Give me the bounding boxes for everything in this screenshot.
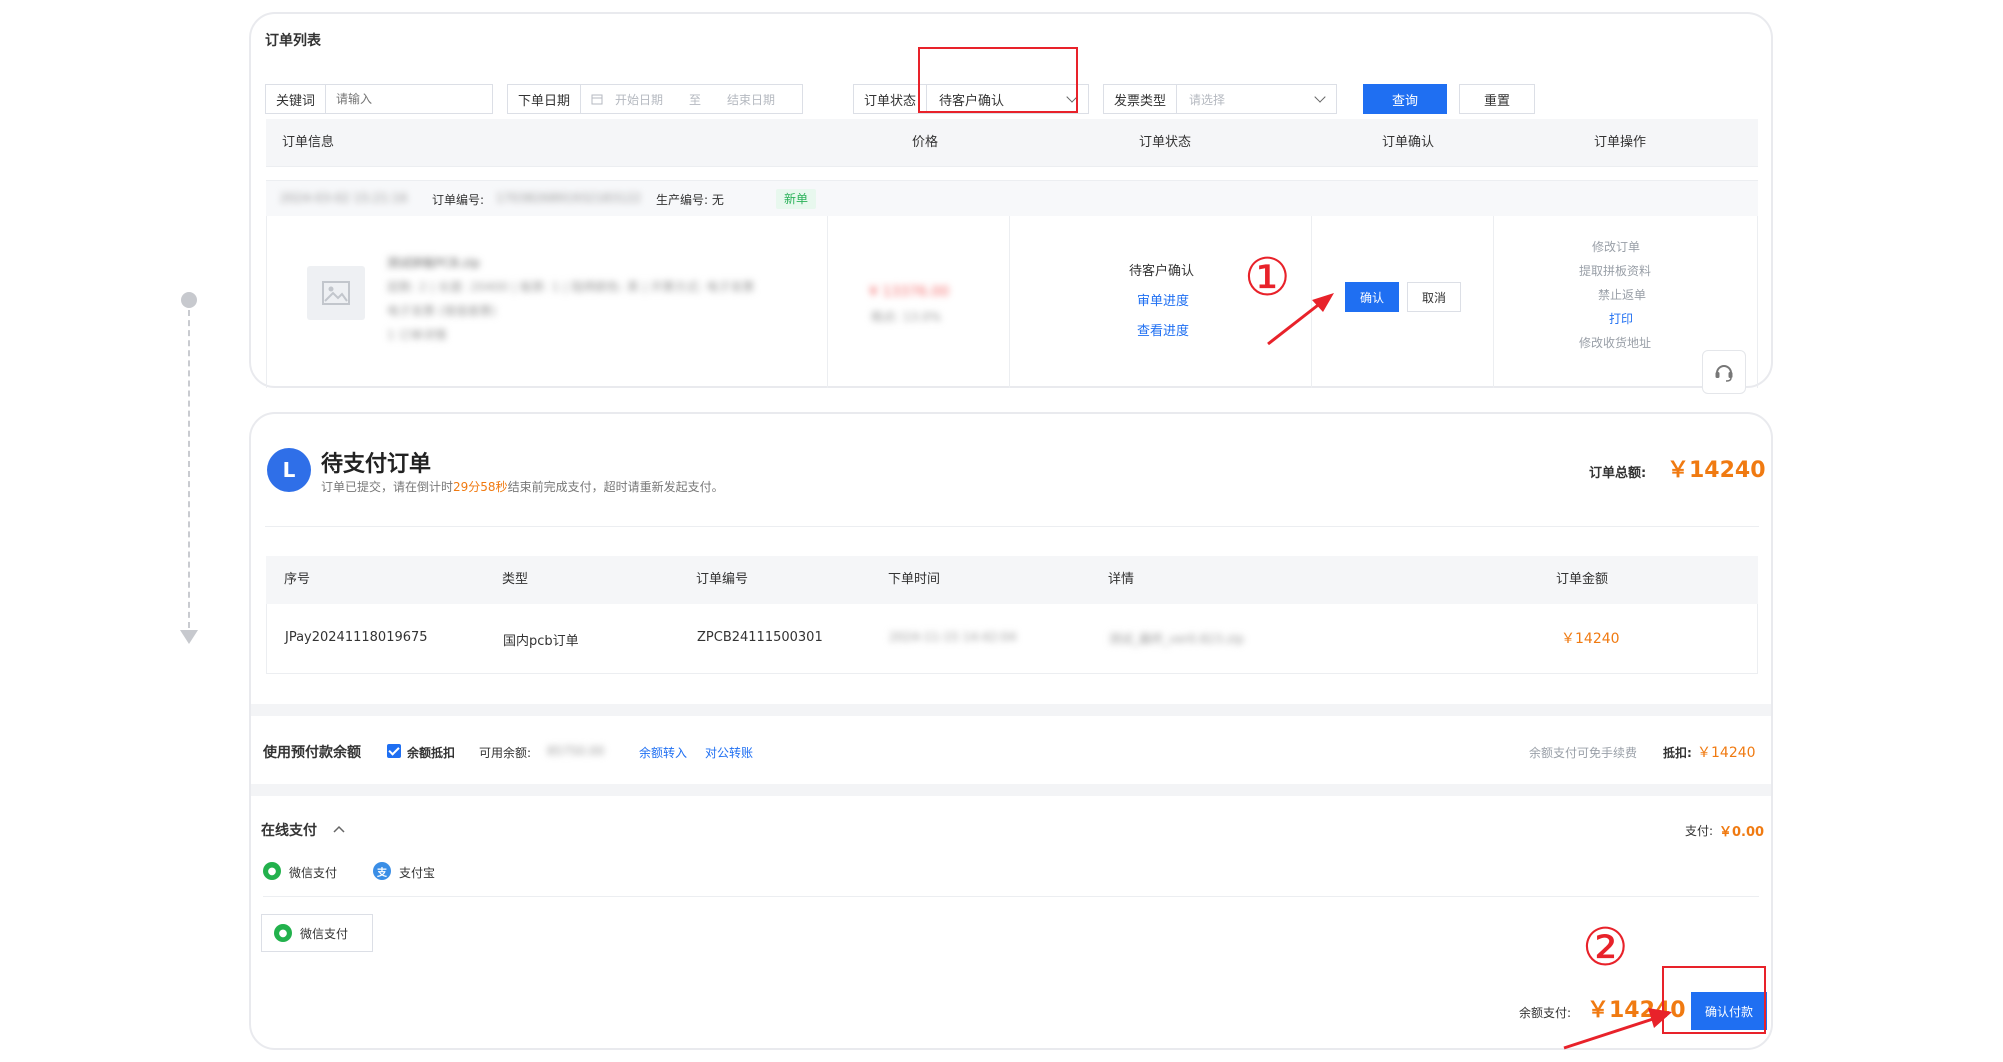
online-pay-label: 支付: [1685,824,1714,838]
available-balance-value: 85750.00 [547,744,605,758]
confirm-order-button[interactable]: 确认 [1345,282,1399,312]
status-highlight-box [918,47,1078,113]
chevron-up-icon[interactable] [333,824,345,834]
order-price: ¥ 13376.00 [869,284,950,300]
wechat-pay-tab[interactable]: 微信支付 [289,864,337,881]
balance-transfer-in-link[interactable]: 余额转入 [639,744,687,761]
deduct-label: 抵扣: [1663,746,1692,760]
calendar-icon [591,93,603,105]
cancel-order-button[interactable]: 取消 [1407,282,1461,312]
date-start-input[interactable]: 开始日期 [615,91,663,108]
date-separator: 至 [689,92,702,107]
payment-title: 待支付订单 [321,452,432,477]
payment-table-header: 序号 类型 订单编号 下单时间 详情 订单金额 [266,556,1758,604]
order-date: 2024-03-02 15:21:16 [280,191,408,205]
deduct-value: ￥14240 [1697,745,1756,761]
chevron-down-icon [1314,91,1326,103]
countdown-timer: 29分58秒 [453,480,508,494]
extract-panel-data-link[interactable]: 提取拼板资料 [1579,262,1651,279]
order-detail-link: 1 订单详情 [387,328,447,342]
col-seq: 序号 [284,572,311,587]
order-row: 测试拼板PCB.zip 层数: 2 | 长度: 20400 | 板厚: 1 | … [266,216,1758,388]
payment-avatar: L [267,448,311,492]
balance-fee-note: 余额支付可免手续费 [1529,746,1638,760]
wechat-pay-icon: ● [263,862,281,880]
keyword-input[interactable] [326,92,492,106]
payment-subtitle: 订单已提交，请在倒计时29分58秒结束前完成支付，超时请重新发起支付。 [321,480,724,494]
date-end-input[interactable]: 结束日期 [727,91,775,108]
corporate-transfer-link[interactable]: 对公转账 [705,744,753,761]
col-order-info: 订单信息 [282,135,335,150]
col-order-no: 订单编号 [696,572,749,587]
order-file-name: 测试拼板PCB.zip [387,256,480,270]
step-2-arrow-icon [1563,1008,1672,1050]
payment-detail: 测试_最终_ver0.823.zip [1109,632,1244,646]
order-total-label: 订单总额: [1589,466,1647,481]
keyword-filter: 关键词 [265,84,493,114]
customer-service-icon[interactable] [1702,350,1746,394]
order-meta-row: 2024-03-02 15:21:16 订单编号: 17038268919321… [266,180,1758,216]
image-placeholder-icon [307,266,365,320]
order-status-text: 待客户确认 [1129,264,1195,279]
invoice-select-value: 请选择 [1189,92,1226,107]
new-order-badge: 新单 [776,189,817,209]
col-detail: 详情 [1108,572,1135,587]
online-pay-value: ￥0.00 [1719,825,1765,840]
col-operations: 订单操作 [1594,135,1647,150]
col-type: 类型 [502,572,529,587]
order-total-value: ￥14240 [1667,458,1766,483]
keyword-label: 关键词 [266,85,327,113]
order-price-tax: 税点: 13.0% [871,310,941,324]
payment-table-row: JPay20241118019675 国内pcb订单 ZPCB241115003… [266,604,1758,674]
forbid-reorder-link[interactable]: 禁止返单 [1598,286,1646,303]
production-no: 生产编号: 无 [656,193,724,207]
payment-card: L 待支付订单 订单已提交，请在倒计时29分58秒结束前完成支付，超时请重新发起… [249,412,1773,1050]
timeline-arrow [180,630,198,644]
print-link[interactable]: 打印 [1609,310,1633,327]
invoice-type-filter[interactable]: 发票类型 请选择 [1103,84,1337,114]
timeline-line [188,310,190,628]
status-label: 订单状态 [854,85,928,113]
order-table-header: 订单信息 价格 订单状态 订单确认 订单操作 [266,119,1758,167]
date-label: 下单日期 [508,85,582,113]
payment-order-time: 2024-11-15 14:42:04 [889,630,1017,644]
payment-order-no: ZPCB24111500301 [697,630,823,645]
modify-address-link[interactable]: 修改收货地址 [1579,334,1651,351]
col-price: 价格 [912,135,939,150]
order-list-title: 订单列表 [265,33,321,49]
order-date-filter: 下单日期 开始日期 至 结束日期 [507,84,803,114]
timeline-dot [181,292,197,308]
alipay-tab[interactable]: 支付宝 [399,864,435,881]
query-button[interactable]: 查询 [1363,84,1447,114]
order-no-label: 订单编号: [432,193,485,207]
col-status: 订单状态 [1139,135,1192,150]
order-invoice-type: 电子发票 (增值普票) [387,304,497,318]
col-amount: 订单金额 [1556,572,1609,587]
available-balance-label: 可用余额: [479,746,532,760]
wechat-pay-icon: ● [274,924,292,942]
order-no-value: 1703826891932183122 [496,191,642,205]
selected-pay-method[interactable]: ● 微信支付 [261,914,373,952]
modify-order-link[interactable]: 修改订单 [1592,238,1640,255]
alipay-icon: 支 [373,862,391,880]
col-order-time: 下单时间 [888,572,941,587]
view-progress-link[interactable]: 查看进度 [1137,320,1189,339]
review-progress-link[interactable]: 审单进度 [1137,290,1189,309]
balance-deduct-label: 余额抵扣 [407,746,456,760]
order-spec: 层数: 2 | 长度: 20400 | 板厚: 1 | 阻焊颜色: 黑 | 开票… [387,280,755,294]
online-payment-title: 在线支付 [261,823,317,839]
payment-type: 国内pcb订单 [503,634,579,649]
col-confirm: 订单确认 [1382,135,1435,150]
prepaid-title: 使用预付款余额 [263,745,361,761]
step-2-marker: ② [1582,918,1629,978]
step-1-arrow-icon [1267,293,1334,346]
invoice-label: 发票类型 [1104,85,1178,113]
payment-seq: JPay20241118019675 [285,630,428,645]
balance-deduct-checkbox[interactable] [387,744,401,758]
payment-amount: ￥14240 [1561,631,1620,647]
selected-pay-method-label: 微信支付 [300,926,349,941]
reset-button[interactable]: 重置 [1459,84,1535,114]
